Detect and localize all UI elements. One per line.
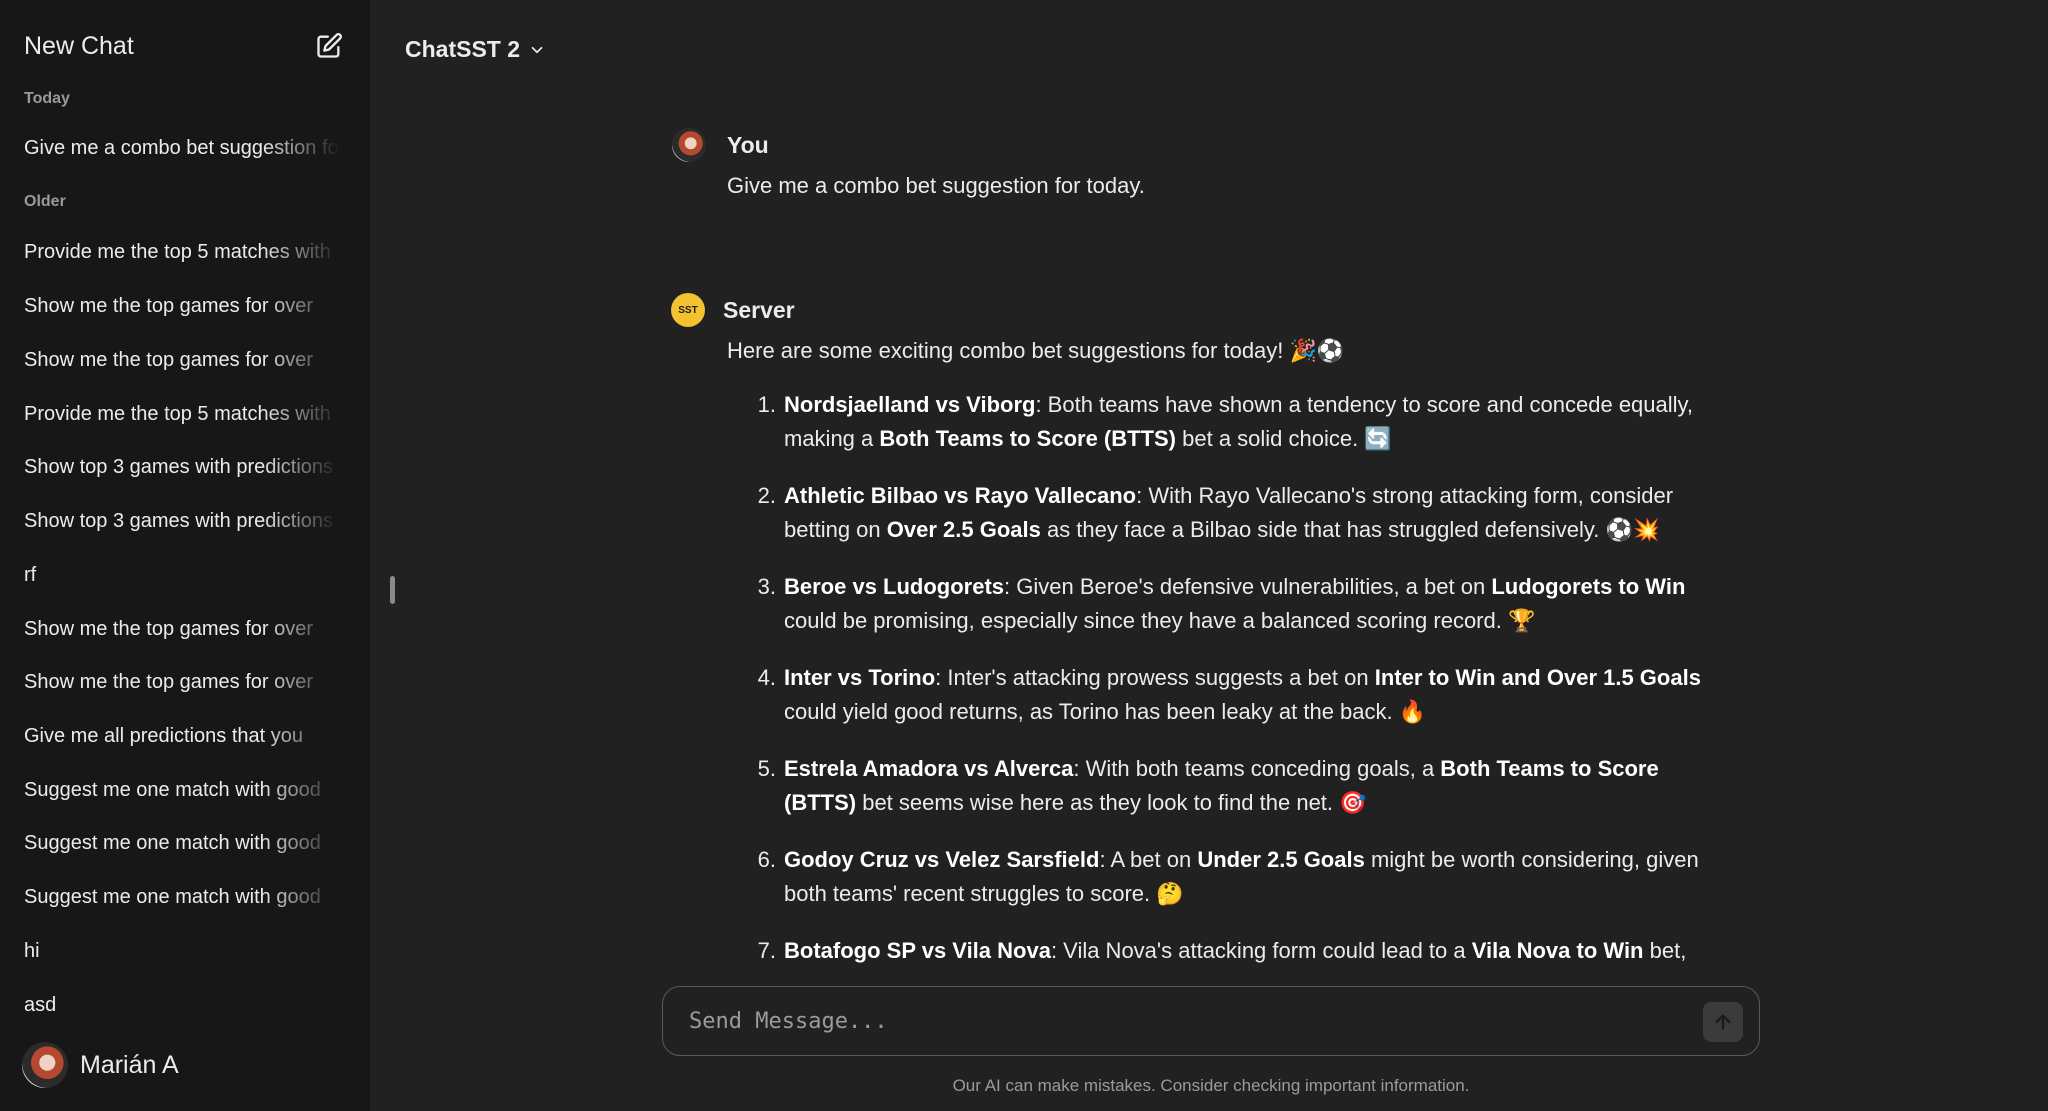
list-item-text: Estrela Amadora vs Alverca: With both te… <box>784 752 1736 820</box>
list-item: 5. Estrela Amadora vs Alverca: With both… <box>726 752 1736 820</box>
list-text: bet, <box>1643 938 1687 963</box>
sidebar-chat-item[interactable]: Show top 3 games with predictions <box>24 501 340 541</box>
sidebar-chat-item[interactable]: Suggest me one match with good <box>24 770 340 810</box>
model-name: ChatSST 2 <box>405 36 521 62</box>
list-item-text: Inter vs Torino: Inter's attacking prowe… <box>784 661 1736 729</box>
sidebar-chat-item[interactable]: Suggest me one match with good <box>24 877 340 917</box>
bet-type: Both Teams to Score (BTTS) <box>879 426 1177 451</box>
sidebar-chat-item[interactable]: Give me all predictions that you <box>24 716 340 756</box>
list-item: 1. Nordsjaelland vs Viborg: Both teams h… <box>726 388 1736 456</box>
send-button[interactable] <box>1703 1002 1743 1042</box>
message-composer <box>662 986 1760 1056</box>
list-text: : Given Beroe's defensive vulnerabilitie… <box>1004 574 1492 599</box>
user-message-text: Give me a combo bet suggestion for today… <box>727 173 1145 198</box>
user-name: Marián A <box>80 1050 179 1079</box>
server-avatar-text: SST <box>678 304 698 316</box>
list-item: 2. Athletic Bilbao vs Rayo Vallecano: Wi… <box>726 479 1736 547</box>
list-item: 4. Inter vs Torino: Inter's attacking pr… <box>726 661 1736 729</box>
arrow-up-icon <box>1715 1014 1731 1030</box>
list-item: 3. Beroe vs Ludogorets: Given Beroe's de… <box>726 570 1736 638</box>
sidebar-chat-item[interactable]: rf <box>24 555 340 595</box>
list-text: bet seems wise here as they look to find… <box>856 790 1367 815</box>
match-title: Estrela Amadora vs Alverca <box>784 756 1074 781</box>
list-item-text: Nordsjaelland vs Viborg: Both teams have… <box>784 388 1736 456</box>
model-selector[interactable]: ChatSST 2 <box>405 36 546 63</box>
sidebar-chat-item[interactable]: Show me the top games for over <box>24 286 340 326</box>
server-avatar: SST <box>671 293 705 327</box>
server-message-intro: Here are some exciting combo bet suggest… <box>727 338 1345 363</box>
chevron-down-icon <box>531 46 543 53</box>
sidebar-chat-item[interactable]: hi <box>24 931 340 971</box>
bet-type: Inter to Win and Over 1.5 Goals <box>1374 665 1701 690</box>
match-title: Godoy Cruz vs Velez Sarsfield <box>784 847 1100 872</box>
list-item-text: Godoy Cruz vs Velez Sarsfield: A bet on … <box>784 843 1736 911</box>
sidebar-chat-item[interactable]: Provide me the top 5 matches with <box>24 394 340 434</box>
match-title: Beroe vs Ludogorets <box>784 574 1005 599</box>
sidebar-chat-item[interactable]: Give me a combo bet suggestion for today… <box>24 128 340 168</box>
bet-type: Over 2.5 Goals <box>886 517 1041 542</box>
sidebar-chat-item[interactable]: Provide me the top 5 matches with <box>24 232 340 272</box>
sidebar-chat-item[interactable]: asd <box>24 985 340 1025</box>
sidebar-chat-item[interactable]: Show me the top games for over <box>24 340 340 380</box>
list-number: 1. <box>757 392 776 417</box>
list-text: : With both teams conceding goals, a <box>1073 756 1441 781</box>
sidebar: New Chat Today Give me a combo bet sugge… <box>0 0 370 1111</box>
section-label-older: Older <box>24 193 66 210</box>
sidebar-chat-item[interactable]: Show top 3 games with predictions <box>24 447 340 487</box>
avatar <box>22 1042 68 1088</box>
new-chat-title[interactable]: New Chat <box>24 32 134 61</box>
list-number: 6. <box>757 847 776 872</box>
message-input[interactable] <box>689 987 1649 1055</box>
list-item-text: Botafogo SP vs Vila Nova: Vila Nova's at… <box>784 934 1736 968</box>
list-item: 6. Godoy Cruz vs Velez Sarsfield: A bet … <box>726 843 1736 911</box>
bet-type: Under 2.5 Goals <box>1197 847 1365 872</box>
sidebar-header: New Chat <box>24 28 346 64</box>
user-avatar <box>672 128 706 162</box>
sidebar-chat-item[interactable]: Show me the top games for over <box>24 662 340 702</box>
list-number: 5. <box>757 756 776 781</box>
list-text: bet a solid choice. 🔄 <box>1176 426 1392 451</box>
list-item-text: Athletic Bilbao vs Rayo Vallecano: With … <box>784 479 1736 547</box>
list-number: 3. <box>757 574 776 599</box>
list-number: 2. <box>757 483 776 508</box>
edit-icon <box>317 33 342 58</box>
disclaimer-text: Our AI can make mistakes. Consider check… <box>952 1076 1470 1095</box>
sidebar-chat-item[interactable]: Suggest me one match with good <box>24 823 340 863</box>
list-item-text: Beroe vs Ludogorets: Given Beroe's defen… <box>784 570 1736 638</box>
new-chat-button[interactable] <box>312 29 346 63</box>
list-number: 7. <box>757 938 776 963</box>
match-title: Nordsjaelland vs Viborg <box>784 392 1036 417</box>
list-number: 4. <box>757 665 776 690</box>
bet-type: Vila Nova to Win <box>1471 938 1644 963</box>
bet-type: Ludogorets to Win <box>1491 574 1686 599</box>
list-text: could yield good returns, as Torino has … <box>784 699 1427 724</box>
suggestion-list: 1. Nordsjaelland vs Viborg: Both teams h… <box>726 388 1736 972</box>
match-title: Botafogo SP vs Vila Nova <box>784 938 1051 963</box>
list-text: : Inter's attacking prowess suggests a b… <box>935 665 1375 690</box>
match-title: Athletic Bilbao vs Rayo Vallecano <box>784 483 1137 508</box>
user-message-author: You <box>727 132 769 158</box>
match-title: Inter vs Torino <box>784 665 936 690</box>
list-text: : Vila Nova's attacking form could lead … <box>1050 938 1472 963</box>
server-message-author: Server <box>723 297 795 323</box>
user-profile[interactable]: Marián A <box>22 1042 179 1088</box>
list-text: could be promising, especially since the… <box>784 608 1536 633</box>
section-label-today: Today <box>24 90 70 107</box>
list-text: as they face a Bilbao side that has stru… <box>1040 517 1661 542</box>
list-text: : A bet on <box>1099 847 1198 872</box>
sidebar-chat-item[interactable]: Show me the top games for over <box>24 609 340 649</box>
sidebar-resize-handle[interactable] <box>390 576 395 604</box>
list-item: 7. Botafogo SP vs Vila Nova: Vila Nova's… <box>726 934 1736 968</box>
